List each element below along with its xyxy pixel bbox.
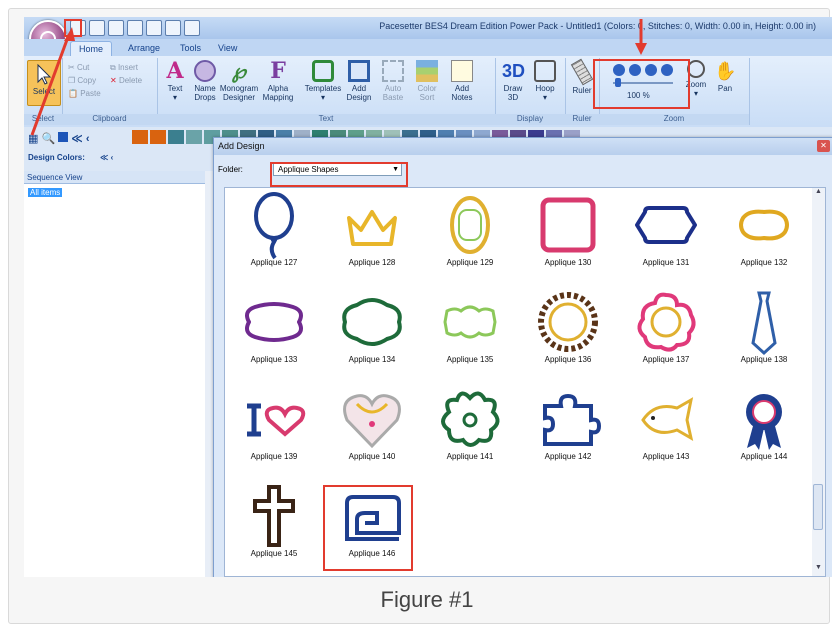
design-label: Applique 130 bbox=[544, 258, 592, 267]
design-tile[interactable]: Applique 136 bbox=[519, 285, 617, 377]
design-label: Applique 142 bbox=[544, 452, 592, 461]
design-tile[interactable]: Applique 127 bbox=[225, 188, 323, 280]
design-label: Applique 135 bbox=[446, 355, 494, 364]
design-tile[interactable]: Applique 144 bbox=[715, 382, 813, 474]
ribbon-icon bbox=[746, 394, 782, 450]
folder-highlight bbox=[270, 162, 408, 187]
wide-plaque-icon bbox=[245, 302, 303, 342]
vertical-scrollbar[interactable]: ▲ ▼ bbox=[812, 187, 826, 577]
design-tile[interactable]: Applique 130 bbox=[519, 188, 617, 280]
design-tile[interactable]: Applique 128 bbox=[323, 188, 421, 280]
heart-dress-icon bbox=[343, 394, 401, 449]
design-label: Applique 129 bbox=[446, 258, 494, 267]
design-tile[interactable]: Applique 134 bbox=[323, 285, 421, 377]
design-tile[interactable]: Applique 129 bbox=[421, 188, 519, 280]
design-colors-label: Design Colors: bbox=[28, 153, 85, 162]
design-tile[interactable]: Applique 138 bbox=[715, 285, 813, 377]
all-items-node[interactable]: All items bbox=[28, 188, 63, 197]
design-label: Applique 139 bbox=[250, 452, 298, 461]
screenshot: Pacesetter BES4 Dream Edition Power Pack… bbox=[24, 17, 832, 577]
design-label: Applique 144 bbox=[740, 452, 788, 461]
add-design-dialog: Add Design ✕ Folder: Applique Shapes ▼ A… bbox=[213, 137, 832, 577]
design-label: Applique 145 bbox=[250, 549, 298, 558]
design-label: Applique 127 bbox=[250, 258, 298, 267]
figure-caption: Figure #1 bbox=[380, 587, 474, 612]
cloud-plaque-icon bbox=[739, 209, 789, 241]
design-label: Applique 143 bbox=[642, 452, 690, 461]
design-label: Applique 136 bbox=[544, 355, 592, 364]
scroll-thumb[interactable] bbox=[813, 484, 823, 530]
design-tile[interactable]: Applique 131 bbox=[617, 188, 715, 280]
design-label: Applique 133 bbox=[250, 355, 298, 364]
design-tile[interactable]: Applique 142 bbox=[519, 382, 617, 474]
arrow-to-new-icon bbox=[30, 19, 647, 136]
design-tile[interactable]: Applique 139 bbox=[225, 382, 323, 474]
design-tile[interactable]: Applique 141 bbox=[421, 382, 519, 474]
square-icon bbox=[540, 197, 596, 253]
clover-icon bbox=[441, 391, 500, 447]
sequence-view-panel: All items bbox=[24, 184, 206, 577]
i-heart-icon bbox=[247, 403, 306, 437]
design-label: Applique 128 bbox=[348, 258, 396, 267]
oval-frame-icon bbox=[450, 196, 490, 254]
design-label: Applique 137 bbox=[642, 355, 690, 364]
balloon-icon bbox=[254, 192, 294, 260]
crown-icon bbox=[347, 210, 397, 246]
design-label: Applique 134 bbox=[348, 355, 396, 364]
applique-146-highlight bbox=[323, 485, 413, 571]
scroll-down-icon[interactable]: ▼ bbox=[812, 564, 825, 576]
scroll-up-icon[interactable]: ▲ bbox=[812, 188, 825, 200]
design-tile[interactable]: Applique 133 bbox=[225, 285, 323, 377]
cross-icon bbox=[253, 485, 295, 547]
design-label: Applique 131 bbox=[642, 258, 690, 267]
figure-frame: Pacesetter BES4 Dream Edition Power Pack… bbox=[8, 8, 832, 624]
puzzle-icon bbox=[543, 393, 602, 446]
design-label: Applique 141 bbox=[446, 452, 494, 461]
scallop-icon bbox=[342, 298, 402, 346]
design-grid: Applique 127 Applique 128 Applique 129 Appl… bbox=[224, 187, 814, 577]
design-label: Applique 132 bbox=[740, 258, 788, 267]
tie-icon bbox=[751, 291, 777, 356]
panel-splitter[interactable] bbox=[205, 171, 213, 577]
fish-icon bbox=[641, 397, 694, 441]
flower-icon bbox=[637, 292, 696, 352]
design-tile[interactable]: Applique 145 bbox=[225, 479, 323, 571]
close-icon[interactable]: ✕ bbox=[817, 140, 830, 152]
design-tile[interactable]: Applique 137 bbox=[617, 285, 715, 377]
sequence-view-header: Sequence View bbox=[24, 171, 205, 184]
dialog-title-bar: Add Design ✕ bbox=[214, 138, 832, 155]
ring-icon bbox=[538, 292, 598, 352]
design-tile[interactable]: Applique 135 bbox=[421, 285, 519, 377]
design-label: Applique 138 bbox=[740, 355, 788, 364]
folder-label: Folder: bbox=[218, 165, 243, 174]
design-tile[interactable]: Applique 143 bbox=[617, 382, 715, 474]
design-tile[interactable]: Applique 140 bbox=[323, 382, 421, 474]
fancy-plaque-icon bbox=[443, 305, 497, 339]
dialog-title: Add Design bbox=[218, 141, 265, 151]
plaque-icon bbox=[635, 206, 697, 244]
design-tile[interactable]: Applique 132 bbox=[715, 188, 813, 280]
colors-nav[interactable]: ≪ ‹ bbox=[100, 153, 113, 162]
design-label: Applique 140 bbox=[348, 452, 396, 461]
